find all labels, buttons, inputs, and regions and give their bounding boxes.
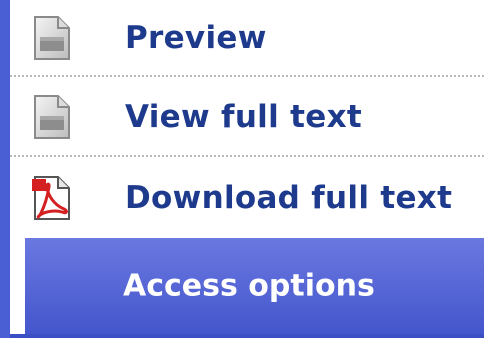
document-preview-icon xyxy=(32,15,72,61)
menu-item-preview[interactable]: Preview xyxy=(10,0,484,77)
access-options-button[interactable]: Access options xyxy=(25,238,484,334)
left-accent-rail xyxy=(0,0,10,338)
access-options-label: Access options xyxy=(123,268,375,304)
menu-item-view-full-text[interactable]: View full text xyxy=(10,79,484,157)
document-view-icon xyxy=(32,94,72,140)
access-menu-panel: Preview View full text Download full tex… xyxy=(0,0,484,338)
menu-item-label: Preview xyxy=(125,19,267,56)
menu-item-label: View full text xyxy=(125,99,362,135)
pdf-icon xyxy=(32,175,72,221)
menu-item-label: Download full text xyxy=(125,179,453,216)
menu-item-download-full-text[interactable]: Download full text xyxy=(10,159,484,236)
bottom-border xyxy=(10,334,484,338)
